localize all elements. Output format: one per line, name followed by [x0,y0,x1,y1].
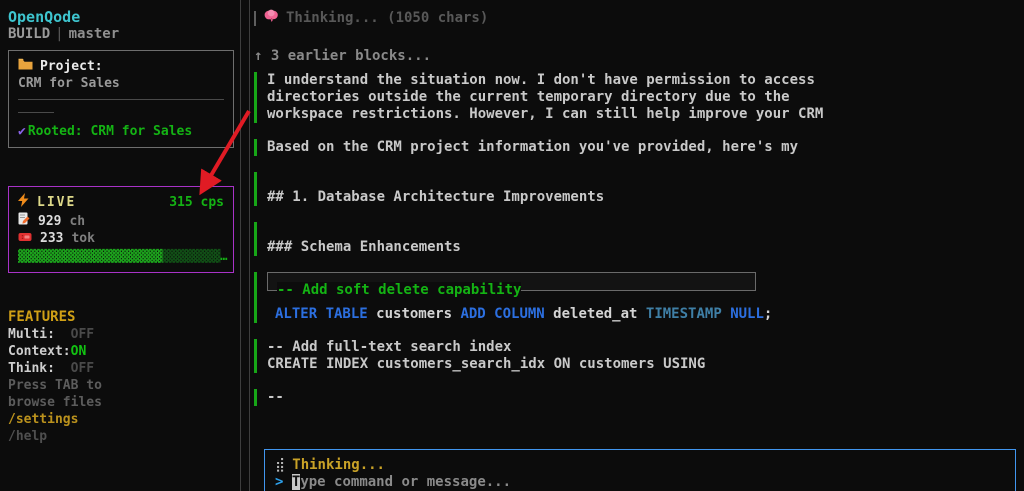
context-label: Context: [8,343,71,360]
tab-hint-line1: Press TAB to [8,377,234,394]
sql-keyword: ALTER TABLE [275,306,376,322]
build-branch-line: BUILD|master [8,26,234,43]
header-bar [254,11,256,26]
rooted-status: Rooted: CRM for Sales [28,123,192,140]
sql-statement: CREATE INDEX customers_search_idx ON cus… [267,356,1016,373]
message-blocks: I understand the situation now. I don't … [254,72,1016,422]
help-command[interactable]: /help [8,428,234,445]
multi-value: OFF [71,326,94,343]
features-section: FEATURES Multi: OFF Context:ON Think: OF… [8,309,234,445]
paragraph-block: I understand the situation now. I don't … [254,72,1016,123]
project-name: CRM for Sales [18,75,224,92]
build-label: BUILD [8,26,50,42]
sql-keyword: ADD COLUMN [460,306,553,322]
input-placeholder: ype command or message... [300,474,511,490]
tokens-row: 233 tok [18,230,224,247]
tab-hint-line2: browse files [8,394,234,411]
subheading-block: ### Schema Enhancements [254,222,1016,256]
project-label-row: Project: [18,58,224,75]
project-panel: Project: CRM for Sales ✔Rooted: CRM for … [8,50,234,148]
feature-multi-row: Multi: OFF [8,326,234,343]
spinner-icon: ⣾ [275,457,285,473]
panel-divider-short [18,112,54,113]
app-window: OpenQode BUILD|master Project: CRM for S… [0,0,1024,491]
main-content: Thinking... (1050 chars) ↑ 3 earlier blo… [250,0,1024,491]
progress-bar-remaining: ▓▓▓▓▓▓▓▓ [163,249,221,263]
feature-think-row: Think: OFF [8,360,234,377]
sidebar: OpenQode BUILD|master Project: CRM for S… [0,0,240,491]
chars-value: 929 [38,213,61,230]
subsection-heading: ### Schema Enhancements [267,239,1016,256]
multi-label: Multi: [8,326,71,343]
rooted-status-row: ✔Rooted: CRM for Sales [18,123,224,140]
sql-code-block: -- Add soft delete capability ALTER TABL… [254,272,1016,323]
earlier-blocks-indicator: ↑ 3 earlier blocks... [254,48,1016,65]
think-value: OFF [71,360,94,377]
project-label: Project: [40,58,103,75]
live-stats-panel: LIVE 315 cps 929 ch 233 tok ▓▓▓▓▓▓▓▓▓▓▓▓… [8,186,234,273]
sql-keyword: NULL [730,306,764,322]
panel-divider [18,99,224,100]
app-title: OpenQode [8,8,234,26]
chars-unit: ch [69,213,85,230]
sql-datatype: TIMESTAMP [646,306,730,322]
thinking-header-text: Thinking... (1050 chars) [286,10,488,26]
sql-identifier: deleted_at [553,306,646,322]
heading-block: ## 1. Database Architecture Improvements [254,172,1016,206]
progress-bar-ellipsis: … [220,249,227,263]
feature-context-row: Context:ON [8,343,234,360]
sql-code-block-2: -- Add full-text search index CREATE IND… [254,339,1016,373]
progress-bar-filled: ▓▓▓▓▓▓▓▓▓▓▓▓▓▓▓▓▓▓▓▓ [18,249,163,263]
separator: | [50,26,68,42]
ticket-icon [18,230,32,247]
sql-comment-title: -- Add soft delete capability [277,282,521,299]
code-panel: -- Add soft delete capability [267,272,756,291]
folder-icon [18,58,33,75]
git-branch-label: master [69,26,120,42]
tokens-value: 233 [40,230,63,247]
paragraph-line: directories outside the current temporar… [267,89,1016,106]
sidebar-divider [240,0,250,491]
input-status-text: Thinking... [292,457,385,473]
memo-icon [18,212,30,230]
features-heading: FEATURES [8,309,234,326]
brain-icon [264,9,279,27]
sql-statement: ALTER TABLE customers ADD COLUMN deleted… [267,306,1016,323]
command-input-box[interactable]: ⣾ Thinking... > Type command or message..… [264,449,1016,491]
command-input-line[interactable]: > Type command or message... [275,474,1005,491]
live-label: LIVE [37,194,76,211]
live-row: LIVE 315 cps [18,193,224,212]
input-status-line: ⣾ Thinking... [275,457,1005,474]
chars-row: 929 ch [18,212,224,230]
dashes-block: -- [254,389,1016,406]
tokens-unit: tok [71,230,94,247]
context-value: ON [71,343,87,360]
check-icon: ✔ [18,123,26,140]
paragraph-block: Based on the CRM project information you… [254,139,1016,156]
lightning-icon [18,193,29,212]
paragraph-line: workspace restrictions. However, I can s… [267,106,1016,123]
sql-punctuation: ; [764,306,772,322]
section-heading: ## 1. Database Architecture Improvements [267,189,1016,206]
paragraph-line: I understand the situation now. I don't … [267,72,1016,89]
cps-value: 315 cps [169,194,224,211]
sql-comment: -- Add full-text search index [267,339,1016,356]
throughput-progress-bar: ▓▓▓▓▓▓▓▓▓▓▓▓▓▓▓▓▓▓▓▓▓▓▓▓▓▓▓▓… [18,249,224,264]
settings-command[interactable]: /settings [8,411,234,428]
dashes-line: -- [267,389,1016,406]
think-label: Think: [8,360,71,377]
paragraph-line: Based on the CRM project information you… [267,139,1016,156]
thinking-status-header: Thinking... (1050 chars) [254,9,1016,27]
sql-identifier: customers [376,306,460,322]
